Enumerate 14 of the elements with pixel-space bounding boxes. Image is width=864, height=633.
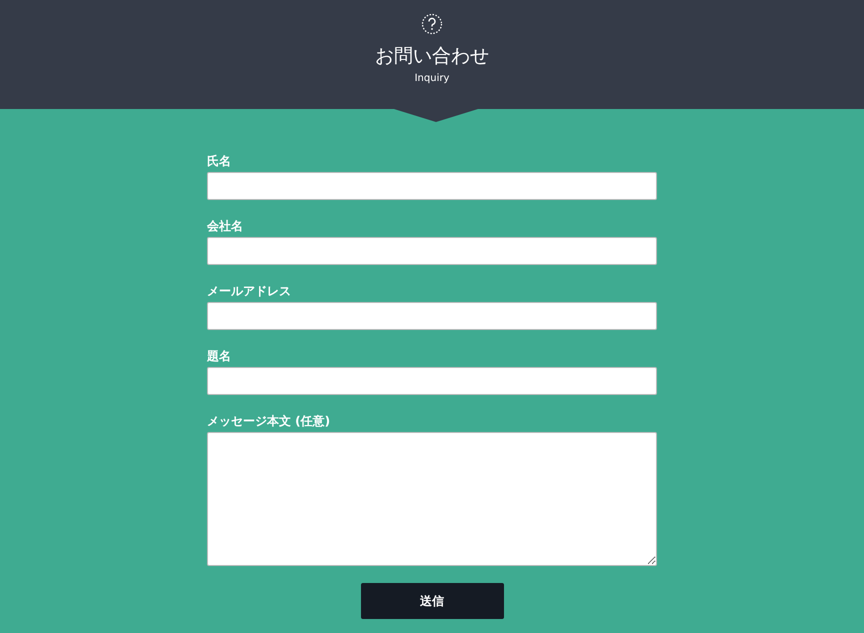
help-icon [421, 13, 443, 35]
field-label: メールアドレス [207, 283, 291, 299]
message-field[interactable] [207, 432, 657, 566]
page-title: お問い合わせ [375, 44, 489, 68]
input-field[interactable] [207, 302, 657, 330]
page-subtitle: Inquiry [414, 73, 450, 84]
submit-button[interactable]: 送信 [360, 583, 504, 619]
field-label: メッセージ本文 (任意) [207, 413, 330, 429]
field-label: 氏名 [207, 153, 231, 169]
input-field[interactable] [207, 367, 657, 395]
field-label: 題名 [207, 348, 231, 364]
input-field[interactable] [207, 172, 657, 200]
field-label: 会社名 [207, 218, 243, 234]
input-field[interactable] [207, 237, 657, 265]
